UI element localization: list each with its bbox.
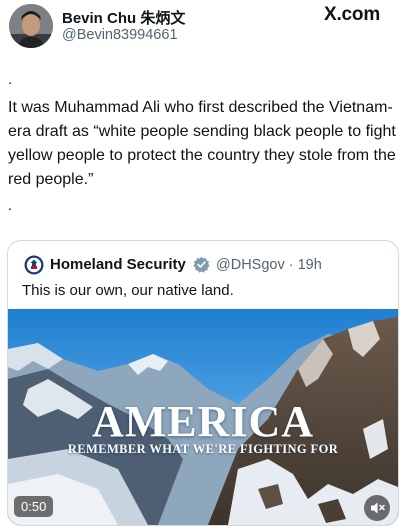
author-avatar[interactable] <box>9 4 53 48</box>
author-handle[interactable]: @Bevin83994661 <box>62 27 178 43</box>
quoted-author-name[interactable]: Homeland Security <box>50 256 186 273</box>
mute-button[interactable] <box>364 495 390 521</box>
quoted-handle-time[interactable]: @DHSgov · 19h <box>216 257 322 273</box>
dhs-seal-icon <box>24 255 44 275</box>
verified-badge-icon <box>193 256 210 273</box>
tweet-lead-dot: . <box>8 71 13 88</box>
quoted-text: This is our own, our native land. <box>22 282 234 299</box>
avatar-photo <box>9 4 53 48</box>
video-title-overlay: AMERICA <box>91 397 315 446</box>
x-logo: X.com <box>324 4 381 25</box>
video-player[interactable]: AMERICA REMEMBER WHAT WE'RE FIGHTING FOR… <box>8 309 398 525</box>
video-subtitle-overlay: REMEMBER WHAT WE'RE FIGHTING FOR <box>67 442 339 456</box>
author-display-name[interactable]: Bevin Chu 朱炳文 <box>62 7 185 28</box>
tweet-trail-dot: . <box>8 197 13 214</box>
quoted-post-card[interactable]: Homeland Security @DHSgov · 19h This is … <box>7 240 399 526</box>
muted-speaker-icon <box>371 502 385 514</box>
video-timestamp: 0:50 <box>14 496 54 517</box>
tweet-text: It was Muhammad Ali who first described … <box>8 99 396 188</box>
